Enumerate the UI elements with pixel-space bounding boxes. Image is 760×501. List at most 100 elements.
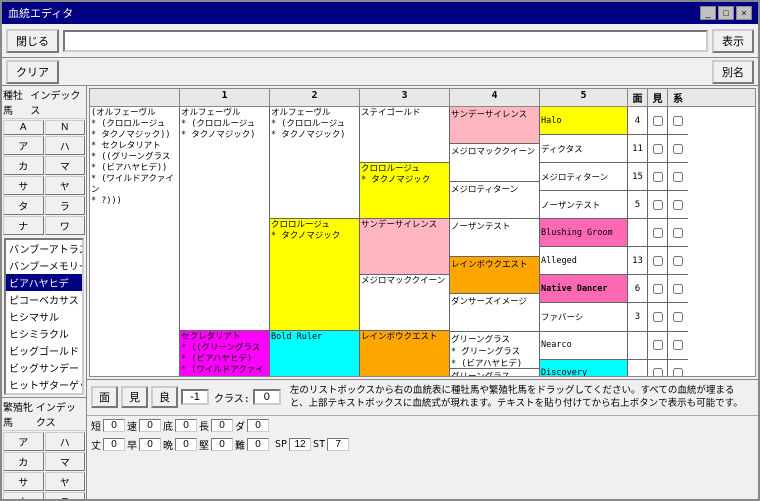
men-btn[interactable]: 面	[91, 386, 118, 408]
stallion-item-2[interactable]: バンブーメモリー	[6, 257, 82, 274]
idx-btn-ka1[interactable]: カ	[3, 156, 44, 175]
gen5-1-cell[interactable]: ディクタス	[540, 135, 627, 163]
gen4-5-cell[interactable]: ダンサーズイメージ	[450, 294, 539, 331]
gen3-4-cell[interactable]: レインボウクエスト	[360, 331, 449, 377]
gen4-6-cell[interactable]: グリーングラス* グリーングラス* (ビアハヤヒデ)	[450, 332, 539, 369]
mi-btn[interactable]: 見	[121, 386, 148, 408]
gen5-9-cell[interactable]: Discovery	[540, 360, 627, 377]
stallion-item-1[interactable]: バンブーアトラス	[6, 240, 82, 257]
mare-idx-ta[interactable]: タ	[3, 492, 44, 499]
gen2-0-cell[interactable]: オルフェーヴル* (クロロルージュ* タクノマジック)	[270, 107, 359, 219]
ban-input[interactable]	[175, 438, 197, 451]
gen5-5-cell[interactable]: Alleged	[540, 247, 627, 275]
gen5-4-cell[interactable]: Blushing Groom	[540, 219, 627, 247]
gen0-cell[interactable]: (オルフェーヴル* (クロロルージュ* タクノマジック))* セクレタリアト* …	[90, 107, 180, 377]
gen5-6-cell[interactable]: Native Dancer	[540, 275, 627, 303]
stallion-item-6[interactable]: ヒシミラクル	[6, 325, 82, 342]
idx-btn-ta1[interactable]: タ	[3, 196, 44, 215]
chk-3[interactable]	[653, 200, 663, 210]
kei-col[interactable]	[668, 107, 688, 377]
gen3-2-cell[interactable]: サンデーサイレンス	[360, 219, 449, 275]
idx-btn-ya1[interactable]: ヤ	[45, 176, 86, 195]
chk-1[interactable]	[653, 144, 663, 154]
gen4-1-cell[interactable]: メジロマッククイーン	[450, 144, 539, 181]
num-input[interactable]	[181, 389, 209, 405]
gen5-3-cell[interactable]: ノーザンテスト	[540, 191, 627, 219]
mare-idx-ha[interactable]: ハ	[45, 432, 86, 451]
idx-btn-sa1[interactable]: サ	[3, 176, 44, 195]
stallion-list[interactable]: バンブーアトラス バンブーメモリー ビアハヤヒデ ピコーベカサス ヒシマサル ヒ…	[4, 238, 84, 395]
gen2-2-cell[interactable]: Bold Ruler	[270, 331, 359, 377]
kei-7[interactable]	[673, 312, 683, 322]
kei-1[interactable]	[673, 144, 683, 154]
mare-idx-ra[interactable]: ラ	[45, 492, 86, 499]
text-input[interactable]	[63, 30, 708, 52]
rename-btn[interactable]: 別名	[712, 60, 754, 84]
mare-idx-ma[interactable]: マ	[45, 452, 86, 471]
chk-6[interactable]	[653, 284, 663, 294]
da-input[interactable]	[247, 419, 269, 432]
stallion-item-7[interactable]: ビッグゴールド	[6, 342, 82, 359]
chk-0[interactable]	[653, 116, 663, 126]
chk-5[interactable]	[653, 256, 663, 266]
gen3-0-cell[interactable]: ステイゴールド	[360, 107, 449, 163]
display-btn[interactable]: 表示	[712, 29, 754, 53]
jo-input[interactable]	[103, 438, 125, 451]
gen4-0-cell[interactable]: サンデーサイレンス	[450, 107, 539, 144]
soko-input[interactable]	[175, 419, 197, 432]
kei-0[interactable]	[673, 116, 683, 126]
gen5-2-cell[interactable]: メジロティターン	[540, 163, 627, 191]
gen5-7-cell[interactable]: ファバーシ	[540, 303, 627, 331]
stallion-item-5[interactable]: ヒシマサル	[6, 308, 82, 325]
gen1-top-cell[interactable]: オルフェーヴル* (クロロルージュ* タクノマジック)	[180, 107, 269, 331]
kei-9[interactable]	[673, 368, 683, 377]
chk-2[interactable]	[653, 172, 663, 182]
soku-input[interactable]	[139, 419, 161, 432]
check-col[interactable]	[648, 107, 668, 377]
pedigree-area[interactable]: 1 2 3 4 5 面 見 系 (オルフェーヴル* (クロロルージュ* タクノマ…	[89, 88, 756, 377]
maximize-button[interactable]: □	[718, 6, 734, 20]
close-button[interactable]: ×	[736, 6, 752, 20]
gen3-3-cell[interactable]: メジロマッククイーン	[360, 275, 449, 331]
idx-btn-N[interactable]: N	[45, 120, 86, 135]
gen5-0-cell[interactable]: Halo	[540, 107, 627, 135]
gen2-1-cell[interactable]: クロロルージュ* タクノマジック	[270, 219, 359, 331]
ken-input[interactable]	[211, 438, 233, 451]
st-input[interactable]	[327, 438, 349, 451]
tan-input[interactable]	[103, 419, 125, 432]
gen4-2-cell[interactable]: メジロティターン	[450, 182, 539, 219]
yo-btn[interactable]: 良	[151, 386, 178, 408]
naga-input[interactable]	[211, 419, 233, 432]
idx-btn-ha1[interactable]: ハ	[45, 136, 86, 155]
mare-idx-ya[interactable]: ヤ	[45, 472, 86, 491]
kei-2[interactable]	[673, 172, 683, 182]
stallion-item-3[interactable]: ビアハヤヒデ	[6, 274, 82, 291]
mare-idx-sa[interactable]: サ	[3, 472, 44, 491]
gen4-3-cell[interactable]: ノーザンテスト	[450, 219, 539, 256]
kei-5[interactable]	[673, 256, 683, 266]
kei-6[interactable]	[673, 284, 683, 294]
idx-btn-wa1[interactable]: ワ	[45, 216, 86, 235]
close-btn[interactable]: 閉じる	[6, 29, 59, 53]
kei-4[interactable]	[673, 228, 683, 238]
haya-input[interactable]	[139, 438, 161, 451]
kei-8[interactable]	[673, 340, 683, 350]
idx-btn-a1[interactable]: ア	[3, 136, 44, 155]
mare-idx-a[interactable]: ア	[3, 432, 44, 451]
chk-7[interactable]	[653, 312, 663, 322]
idx-btn-ra1[interactable]: ラ	[45, 196, 86, 215]
idx-btn-A[interactable]: A	[3, 120, 44, 135]
gen1-bot-cell[interactable]: セクレタリアト* ((グリーングラス* (ビアハヤヒデ)* (ワイルドアクァイン…	[180, 331, 269, 377]
gen4-7-cell[interactable]: グリーングラス* (ビアハヤヒデ)	[450, 369, 539, 377]
stallion-item-9[interactable]: ヒットザターゲット	[6, 376, 82, 393]
gen4-4-cell[interactable]: レインボウクエスト	[450, 257, 539, 294]
idx-btn-ma1[interactable]: マ	[45, 156, 86, 175]
gen5-8-cell[interactable]: Nearco	[540, 332, 627, 360]
kei-3[interactable]	[673, 200, 683, 210]
chk-8[interactable]	[653, 340, 663, 350]
clear-btn[interactable]: クリア	[6, 60, 59, 84]
chk-9[interactable]	[653, 368, 663, 377]
mare-idx-ka[interactable]: カ	[3, 452, 44, 471]
sp-input[interactable]	[289, 438, 311, 451]
kurasu-input[interactable]	[253, 389, 281, 405]
